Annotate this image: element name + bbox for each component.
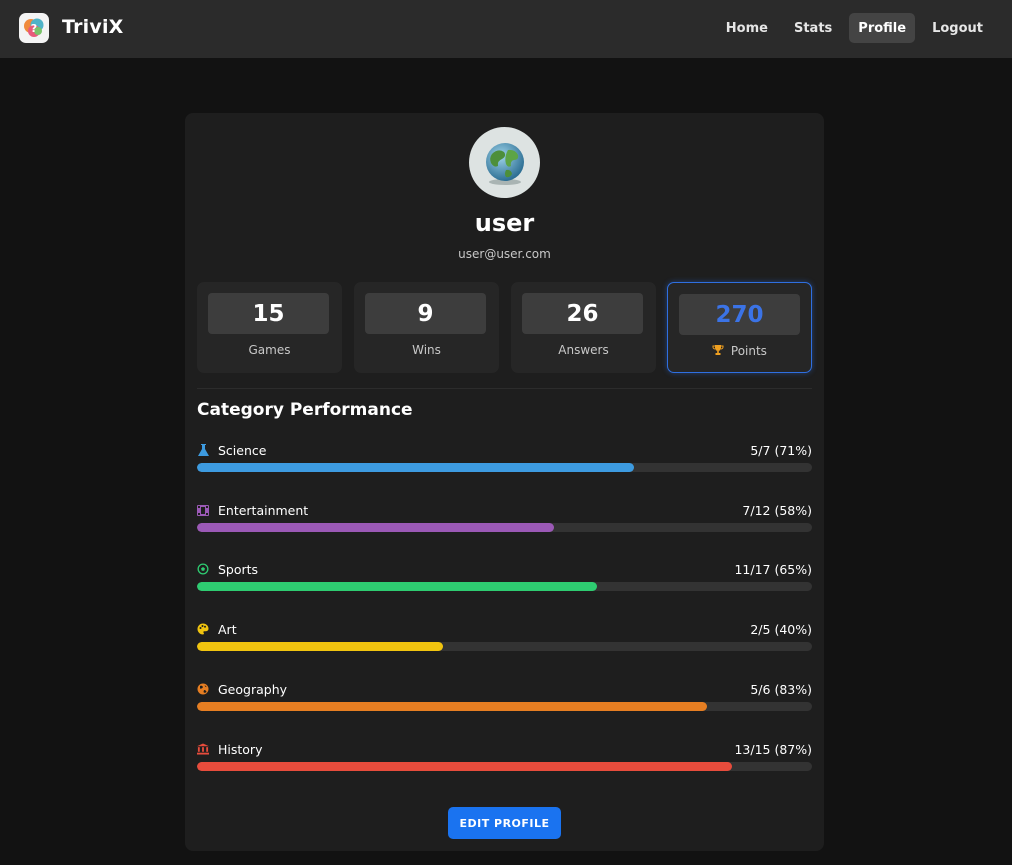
category-score: 11/17 (65%) xyxy=(734,562,812,577)
category-name: Art xyxy=(218,622,237,637)
category-name: Entertainment xyxy=(218,503,309,518)
landmark-icon xyxy=(197,742,209,756)
stat-answers: 26 Answers xyxy=(511,282,656,373)
brain-logo-icon[interactable]: ? xyxy=(19,13,49,43)
stat-games-value: 15 xyxy=(208,293,329,334)
category-progress-track xyxy=(197,582,812,591)
stat-answers-value: 26 xyxy=(522,293,643,334)
navbar: ? TriviX Home Stats Profile Logout xyxy=(0,0,1012,58)
stat-points-value: 270 xyxy=(679,294,800,335)
nav-links: Home Stats Profile Logout xyxy=(717,13,992,43)
category-score: 7/12 (58%) xyxy=(742,503,812,518)
category-name: Sports xyxy=(218,562,259,577)
divider xyxy=(197,388,812,389)
category-score: 5/7 (71%) xyxy=(750,443,812,458)
profile-card: user user@user.com 15 Games 9 Wins 26 An… xyxy=(185,113,824,851)
category-progress-fill xyxy=(197,702,708,711)
stat-games-label: Games xyxy=(248,343,291,357)
stat-points: 270 Points xyxy=(667,282,812,373)
stat-wins: 9 Wins xyxy=(354,282,499,373)
category-name: Science xyxy=(218,443,267,458)
category-row-entertainment: Entertainment 7/12 (58%) xyxy=(197,502,812,538)
film-icon xyxy=(197,503,209,517)
category-name: Geography xyxy=(218,682,288,697)
category-progress-track xyxy=(197,702,812,711)
svg-text:?: ? xyxy=(31,22,37,35)
profile-username: user xyxy=(474,209,535,237)
trophy-icon xyxy=(712,344,728,358)
stat-points-label: Points xyxy=(730,344,767,358)
category-progress-track xyxy=(197,463,812,472)
category-progress-fill xyxy=(197,582,597,591)
stat-points-label-row: Points xyxy=(668,344,811,358)
category-row-science: Science 5/7 (71%) xyxy=(197,442,812,478)
palette-icon xyxy=(197,622,209,636)
profile-email: user@user.com xyxy=(458,247,551,261)
globe-avatar-icon xyxy=(485,142,524,185)
nav-logout-link[interactable]: Logout xyxy=(923,13,992,43)
flask-icon xyxy=(197,443,209,457)
category-score: 13/15 (87%) xyxy=(734,742,812,757)
category-performance-title: Category Performance xyxy=(197,400,413,420)
category-name: History xyxy=(218,742,263,757)
edit-profile-button[interactable]: EDIT PROFILE xyxy=(448,807,561,839)
nav-profile-link[interactable]: Profile xyxy=(849,13,916,43)
category-row-geography: Geography 5/6 (83%) xyxy=(197,681,812,717)
brand-name[interactable]: TriviX xyxy=(62,16,124,38)
stat-wins-label: Wins xyxy=(412,343,441,357)
category-row-sports: Sports 11/17 (65%) xyxy=(197,561,812,597)
category-progress-track xyxy=(197,762,812,771)
category-score: 5/6 (83%) xyxy=(750,682,812,697)
globe-icon xyxy=(197,682,209,696)
category-progress-fill xyxy=(197,463,634,472)
stat-wins-value: 9 xyxy=(365,293,486,334)
soccer-ball-icon xyxy=(197,562,209,576)
category-row-history: History 13/15 (87%) xyxy=(197,741,812,777)
stat-answers-label: Answers xyxy=(558,343,609,357)
category-progress-track xyxy=(197,523,812,532)
category-progress-fill xyxy=(197,523,554,532)
avatar xyxy=(469,127,540,198)
nav-home-link[interactable]: Home xyxy=(717,13,777,43)
nav-stats-link[interactable]: Stats xyxy=(785,13,841,43)
category-score: 2/5 (40%) xyxy=(750,622,812,637)
category-progress-fill xyxy=(197,762,733,771)
category-progress-fill xyxy=(197,642,443,651)
category-row-art: Art 2/5 (40%) xyxy=(197,621,812,657)
stat-games: 15 Games xyxy=(197,282,342,373)
category-progress-track xyxy=(197,642,812,651)
